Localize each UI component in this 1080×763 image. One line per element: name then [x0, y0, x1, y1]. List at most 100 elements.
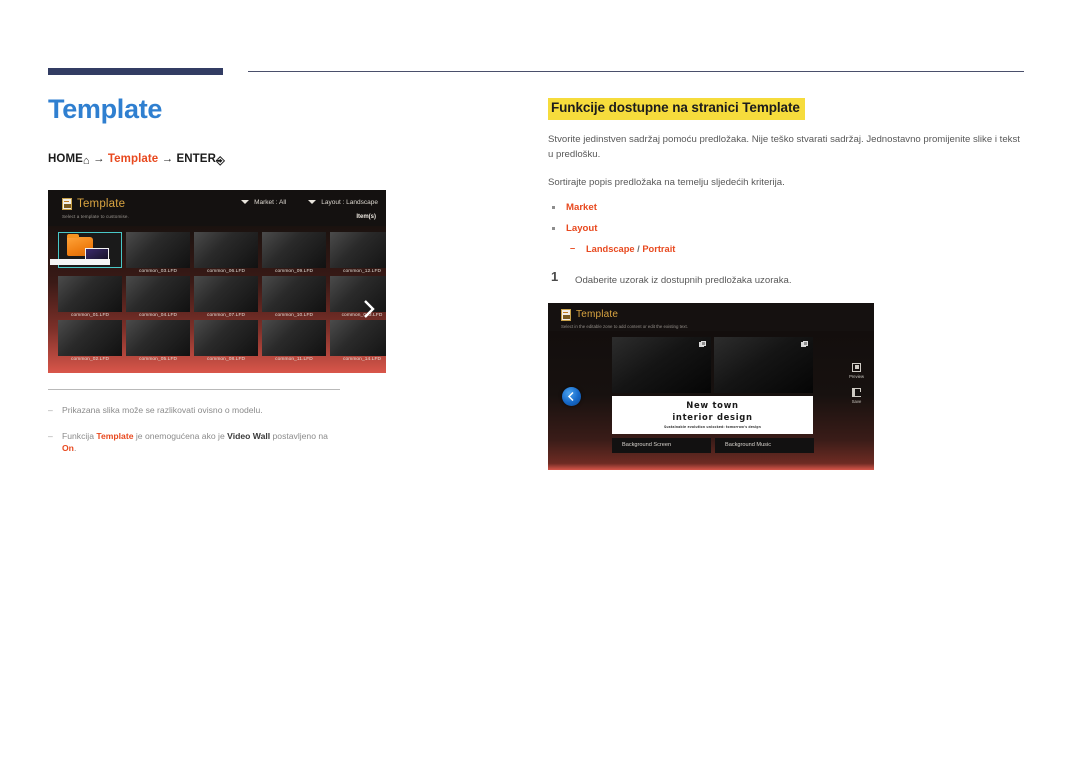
template-cell[interactable]: common_08.LFD — [194, 319, 258, 362]
next-page-button[interactable] — [358, 294, 380, 324]
note-item: – Funkcija Template je onemogućena ako je… — [48, 430, 340, 456]
step-number: 1 — [551, 269, 559, 285]
text-zone-line-3: Sustainable evolution unlocked: tomorrow… — [664, 425, 761, 430]
template-thumb[interactable] — [58, 319, 122, 356]
editor-button-row: Background Screen Background Music — [612, 437, 814, 453]
paragraph-2: Sortirajte popis predložaka na temelju s… — [548, 176, 785, 188]
template-cell[interactable]: common_03.LFD — [126, 231, 190, 274]
template-cell[interactable]: common_11.LFD — [262, 319, 326, 362]
template-cell[interactable]: common_07.LFD — [194, 275, 258, 318]
device-title-group: Template — [62, 197, 126, 210]
note-text: je onemogućena ako je — [133, 430, 228, 441]
preview-icon — [852, 362, 862, 372]
note-text: . — [73, 443, 77, 454]
market-filter[interactable]: Market : All — [241, 199, 286, 206]
template-thumb[interactable] — [330, 319, 386, 356]
device-title: Template — [77, 197, 126, 210]
template-cell[interactable]: common_14.LFD — [330, 319, 386, 362]
list-item: Market — [548, 202, 1026, 213]
template-thumb[interactable] — [126, 275, 190, 312]
save-disk-icon — [852, 387, 862, 397]
preview-label: Preview — [849, 373, 864, 379]
template-cell[interactable]: common_09.LFD — [262, 231, 326, 274]
template-label: common_11.LFD — [275, 356, 313, 362]
template-thumb[interactable] — [194, 275, 258, 312]
manual-page: Template HOME⌂ → Template → ENTER⎆ Templ… — [0, 0, 1080, 763]
left-column: Template HOME⌂ → Template → ENTER⎆ Templ… — [48, 94, 488, 468]
template-label: common_09.LFD — [274, 268, 314, 274]
selection-highlight — [50, 258, 110, 265]
template-label: common_06.LFD — [206, 268, 246, 274]
background-music-button[interactable]: Background Music — [715, 437, 814, 453]
notes-block: – Prikazana slika može se razlikovati ov… — [48, 388, 340, 456]
step-text: Odaberite uzorak iz dostupnih predložaka… — [575, 275, 792, 287]
template-thumb[interactable] — [58, 275, 122, 312]
breadcrumb: HOME⌂ → Template → ENTER⎆ — [48, 153, 488, 168]
template-cell[interactable]: common_06.LFD — [194, 231, 258, 274]
back-button[interactable] — [562, 386, 581, 406]
template-label: common_12.LFD — [342, 268, 382, 274]
template-editor-screenshot: Template Select in the editable zone to … — [548, 302, 874, 470]
breadcrumb-template: Template — [107, 152, 159, 165]
template-thumb[interactable] — [262, 275, 326, 312]
text-zone[interactable]: New town interior design Sustainable evo… — [612, 395, 813, 434]
filter-group: Market : All Layout : Landscape — [241, 199, 378, 206]
editor-title: Template — [576, 309, 619, 321]
bullet-label: Layout — [566, 223, 598, 235]
bullet-dot-icon — [552, 206, 555, 209]
template-thumb[interactable] — [126, 231, 190, 268]
template-cell[interactable] — [50, 231, 122, 274]
template-cell[interactable]: common_04.LFD — [126, 275, 190, 318]
breadcrumb-arrow-2: → — [161, 152, 174, 165]
layout-filter-label: Layout : Landscape — [321, 198, 378, 206]
notes-divider — [48, 388, 340, 390]
save-label: Save — [851, 398, 862, 404]
bullet-label: Market — [566, 202, 597, 214]
template-label: common_02.LFD — [70, 356, 110, 362]
layout-filter[interactable]: Layout : Landscape — [308, 199, 378, 206]
template-label: common_14.LFD — [342, 356, 382, 362]
template-cell[interactable]: common_12.LFD — [330, 231, 386, 274]
note-item: – Prikazana slika može se razlikovati ov… — [48, 404, 340, 417]
template-label: common_05.LFD — [138, 356, 178, 362]
template-label: common_08.LFD — [206, 356, 246, 362]
template-cell[interactable]: common_02.LFD — [58, 319, 122, 362]
sub-bullet-landscape: Landscape — [586, 244, 635, 255]
sub-bullet-dash: – — [570, 243, 576, 254]
template-thumb[interactable] — [126, 319, 190, 356]
template-label: common_01.LFD — [70, 312, 110, 318]
note-text: Funkcija — [62, 430, 97, 441]
page-title: Template — [48, 94, 163, 124]
template-cell[interactable]: common_05.LFD — [126, 319, 190, 362]
template-thumb[interactable] — [194, 319, 258, 356]
image-zone-2[interactable] — [714, 336, 813, 393]
chevron-right-icon — [364, 299, 375, 318]
template-grid: common_03.LFD common_06.LFD common_09.LF… — [50, 231, 386, 362]
sub-bullet-portrait: Portrait — [642, 244, 676, 255]
text-zone-line-2: interior design — [672, 412, 753, 423]
home-icon: ⌂ — [82, 154, 90, 167]
editor-title-group: Template — [561, 308, 619, 321]
back-arrow-icon — [567, 391, 574, 401]
chevron-down-icon — [241, 200, 250, 205]
step-1: 1 Odaberite uzorak iz dostupnih predloža… — [548, 269, 1026, 288]
template-thumb[interactable] — [262, 231, 326, 268]
preview-button[interactable]: Preview — [849, 362, 864, 379]
template-thumb[interactable] — [262, 319, 326, 356]
background-screen-button[interactable]: Background Screen — [612, 437, 711, 453]
image-zone-1[interactable] — [612, 336, 711, 393]
note-dark-videowall: Video Wall — [227, 430, 271, 441]
criteria-list: Market Layout — [548, 202, 1026, 234]
note-dash: – — [48, 404, 53, 415]
chevron-down-icon — [308, 200, 317, 205]
breadcrumb-enter: ENTER — [176, 152, 216, 165]
save-button[interactable]: Save — [851, 387, 862, 404]
template-thumb[interactable] — [330, 231, 386, 268]
template-thumb[interactable] — [194, 231, 258, 268]
note-dash: – — [48, 430, 53, 441]
template-cell[interactable]: common_10.LFD — [262, 275, 326, 318]
breadcrumb-home: HOME — [48, 152, 83, 165]
template-doc-icon — [62, 197, 72, 210]
header-rule-thin — [248, 71, 1024, 72]
template-cell[interactable]: common_01.LFD — [58, 275, 122, 318]
